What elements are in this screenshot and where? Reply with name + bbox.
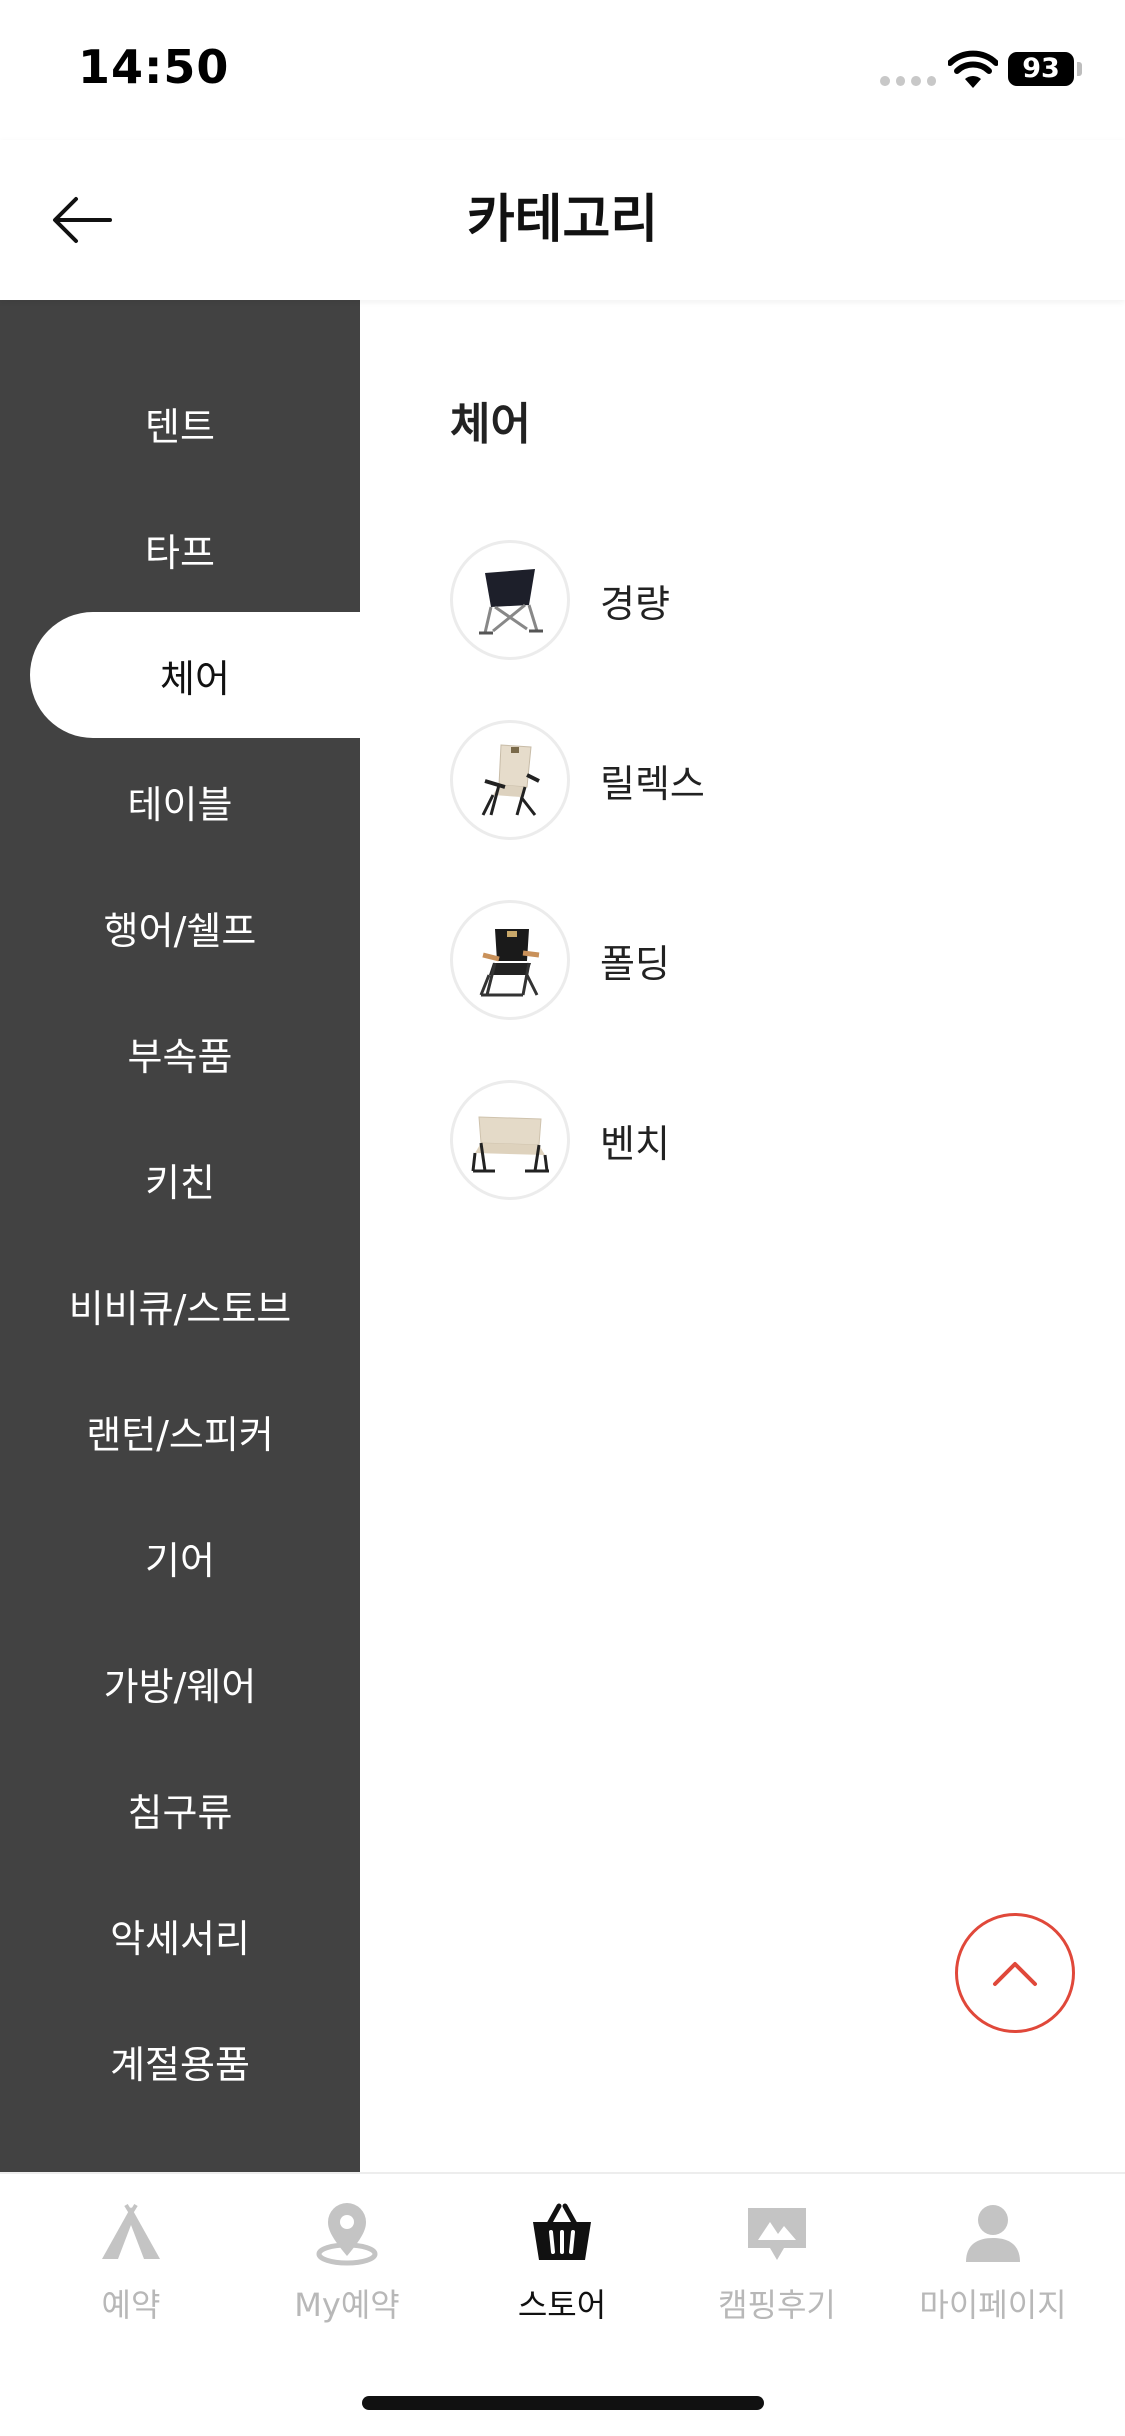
tab-label: 마이페이지 [919,2286,1067,2324]
sidebar-item-label: 랜턴/스피커 [86,1412,274,1457]
bench-icon [450,1080,570,1200]
subcategory-label: 벤치 [600,1121,670,1166]
shopping-basket-icon [527,2198,597,2268]
tab-label: 캠핑후기 [718,2286,836,2324]
sidebar-item-label: 타프 [145,530,215,575]
home-indicator [362,2396,764,2410]
sidebar-item-label: 체어 [160,656,230,701]
sidebar-item-chair[interactable]: 체어 [30,612,360,738]
sidebar-item-label: 텐트 [145,404,215,449]
subcategory-label: 폴딩 [600,941,670,986]
subcategory-panel: 체어 경량 릴렉스 폴딩 벤치 [360,300,1125,2172]
tab-label: My예약 [294,2286,400,2324]
sidebar-item-lantern-speaker[interactable]: 랜턴/스피커 [0,1368,360,1494]
sidebar-item-table[interactable]: 테이블 [0,738,360,864]
sidebar-item-gear[interactable]: 기어 [0,1494,360,1620]
subcategory-label: 경량 [600,581,670,626]
sidebar-item-label: 가방/웨어 [103,1664,257,1709]
tab-label: 스토어 [517,2286,607,2324]
sidebar-item-label: 계절용품 [110,2042,250,2087]
category-sidebar: 텐트 타프 체어 테이블 행어/쉘프 부속품 키친 비비큐/스토브 랜턴/스피커… [0,300,360,2172]
status-bar: 14:50 93 [0,0,1125,140]
header: 카테고리 [0,140,1125,300]
status-time: 14:50 [78,40,230,94]
tab-store[interactable]: 스토어 [462,2198,662,2338]
tab-my-reservation[interactable]: My예약 [247,2198,447,2338]
sidebar-item-label: 침구류 [127,1790,233,1835]
sidebar-item-kitchen[interactable]: 키친 [0,1116,360,1242]
sidebar-item-seasonal[interactable]: 계절용품 [0,1998,360,2124]
sidebar-item-label: 행어/쉘프 [103,908,257,953]
subcategory-item-bench[interactable]: 벤치 [450,1078,1070,1202]
tent-icon [96,2198,166,2268]
sidebar-item-bag-wear[interactable]: 가방/웨어 [0,1620,360,1746]
relax-chair-icon [450,720,570,840]
tab-camping-review[interactable]: 캠핑후기 [677,2198,877,2338]
battery-indicator: 93 [1008,52,1074,86]
folding-chair-icon [450,900,570,1020]
subcategory-item-lightweight[interactable]: 경량 [450,538,1070,662]
cellular-signal-icon [880,76,936,86]
lightweight-chair-icon [450,540,570,660]
scroll-to-top-button[interactable] [955,1913,1075,2033]
review-photo-icon [742,2198,812,2268]
sidebar-item-accessory[interactable]: 악세서리 [0,1872,360,1998]
user-icon [958,2198,1028,2268]
sidebar-item-bbq-stove[interactable]: 비비큐/스토브 [0,1242,360,1368]
sidebar-item-tent[interactable]: 텐트 [0,360,360,486]
sidebar-item-label: 부속품 [127,1034,233,1079]
sidebar-item-parts[interactable]: 부속품 [0,990,360,1116]
sidebar-item-label: 테이블 [127,782,233,827]
subcategory-item-folding[interactable]: 폴딩 [450,898,1070,1022]
sidebar-item-label: 기어 [145,1538,215,1583]
sidebar-item-label: 비비큐/스토브 [68,1286,292,1331]
page-title: 카테고리 [466,190,659,250]
sidebar-item-label: 악세서리 [110,1916,250,1961]
section-title: 체어 [450,399,531,450]
chevron-up-icon [993,1962,1037,1986]
battery-tip [1077,62,1082,76]
sidebar-item-bedding[interactable]: 침구류 [0,1746,360,1872]
tab-label: 예약 [101,2286,161,2324]
subcategory-label: 릴렉스 [600,761,705,806]
sidebar-item-label: 키친 [145,1160,215,1205]
location-pin-icon [312,2198,382,2268]
tab-my-page[interactable]: 마이페이지 [893,2198,1093,2338]
tab-reservation[interactable]: 예약 [31,2198,231,2338]
subcategory-item-relax[interactable]: 릴렉스 [450,718,1070,842]
wifi-icon [947,50,999,90]
sidebar-item-hanger-shelf[interactable]: 행어/쉘프 [0,864,360,990]
sidebar-item-tarp[interactable]: 타프 [0,486,360,612]
